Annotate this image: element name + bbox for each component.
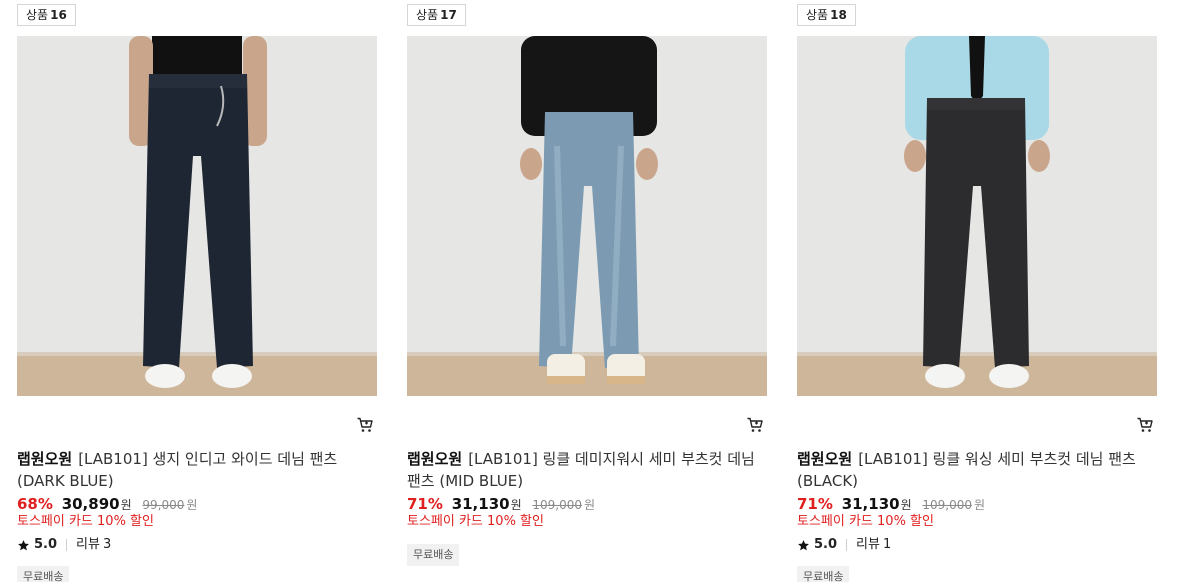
discount-rate: 71% — [407, 495, 443, 513]
product-title[interactable]: 랩원오원 [LAB101] 링클 워싱 세미 부츠컷 데님 팬츠 (BLACK) — [797, 448, 1147, 492]
product-title[interactable]: 랩원오원 [LAB101] 링클 데미지워시 세미 부츠컷 데님 팬츠 (MID … — [407, 448, 757, 492]
sale-price: 31,130 — [841, 495, 900, 513]
brand-name[interactable]: 랩원오원 — [407, 450, 462, 468]
original-price: 109,000 — [532, 498, 583, 512]
currency-unit: 원 — [900, 498, 912, 512]
price-row: 71% 31,130원 109,000 원 — [797, 494, 985, 514]
product-card[interactable]: 상품 17 랩원오원 [LAB101] 링클 데미지워시 세미 부츠컷 데님 팬… — [407, 0, 767, 582]
rating-divider — [846, 539, 848, 551]
promo-text: 토스페이 카드 10% 할인 — [797, 514, 934, 529]
star-icon — [797, 539, 810, 552]
rating-score: 5.0 — [814, 537, 838, 552]
rank-label: 상품 — [416, 8, 439, 22]
currency-unit: 원 — [120, 498, 132, 512]
rank-number: 17 — [440, 8, 457, 22]
brand-name[interactable]: 랩원오원 — [797, 450, 852, 468]
product-grid: 상품 16 랩원오원 [LAB101] 생지 인디고 와이드 데님 팬츠 (DA… — [0, 0, 1178, 582]
add-to-cart-button[interactable] — [1135, 417, 1155, 437]
product-photo-illustration — [797, 36, 1157, 396]
add-to-cart-button[interactable] — [745, 417, 765, 437]
rating-divider — [66, 539, 68, 551]
add-to-cart-button[interactable] — [355, 417, 375, 437]
original-currency-unit: 원 — [186, 498, 198, 512]
star-icon — [17, 539, 30, 552]
cart-icon — [1136, 416, 1154, 438]
rank-number: 18 — [830, 8, 847, 22]
review-count: 1 — [882, 537, 892, 552]
free-shipping-tag: 무료배송 — [407, 544, 460, 566]
rating-row: 5.0 리뷰 1 — [797, 536, 891, 554]
discount-rate: 68% — [17, 495, 53, 513]
product-photo-illustration — [17, 36, 377, 396]
product-image[interactable] — [797, 36, 1157, 396]
promo-text: 토스페이 카드 10% 할인 — [17, 514, 154, 529]
review-count: 3 — [102, 537, 112, 552]
product-photo-illustration — [407, 36, 767, 396]
free-shipping-tag: 무료배송 — [797, 566, 850, 582]
product-image[interactable] — [407, 36, 767, 396]
rank-label: 상품 — [26, 8, 49, 22]
product-title[interactable]: 랩원오원 [LAB101] 생지 인디고 와이드 데님 팬츠 (DARK BLUE… — [17, 448, 367, 492]
price-row: 71% 31,130원 109,000 원 — [407, 494, 595, 514]
product-card[interactable]: 상품 16 랩원오원 [LAB101] 생지 인디고 와이드 데님 팬츠 (DA… — [17, 0, 377, 582]
sale-price: 30,890 — [61, 495, 120, 513]
product-card[interactable]: 상품 18 랩원오원 [LAB101] 링클 워싱 세미 부츠컷 데님 팬츠 (… — [797, 0, 1157, 582]
rating-score: 5.0 — [34, 537, 58, 552]
rank-badge: 상품 18 — [797, 4, 856, 26]
rank-badge: 상품 16 — [17, 4, 76, 26]
sale-price: 31,130 — [451, 495, 510, 513]
rank-badge: 상품 17 — [407, 4, 466, 26]
rank-label: 상품 — [806, 8, 829, 22]
rating-row: 5.0 리뷰 3 — [17, 536, 111, 554]
cart-icon — [746, 416, 764, 438]
original-price: 99,000 — [142, 498, 185, 512]
review-label: 리뷰 — [76, 537, 100, 552]
currency-unit: 원 — [510, 498, 522, 512]
original-price: 109,000 — [922, 498, 973, 512]
original-currency-unit: 원 — [584, 498, 596, 512]
original-currency-unit: 원 — [974, 498, 986, 512]
free-shipping-tag: 무료배송 — [17, 566, 70, 582]
cart-icon — [356, 416, 374, 438]
discount-rate: 71% — [797, 495, 833, 513]
promo-text: 토스페이 카드 10% 할인 — [407, 514, 544, 529]
price-row: 68% 30,890원 99,000 원 — [17, 494, 197, 514]
rank-number: 16 — [50, 8, 67, 22]
review-label: 리뷰 — [856, 537, 880, 552]
brand-name[interactable]: 랩원오원 — [17, 450, 72, 468]
product-image[interactable] — [17, 36, 377, 396]
